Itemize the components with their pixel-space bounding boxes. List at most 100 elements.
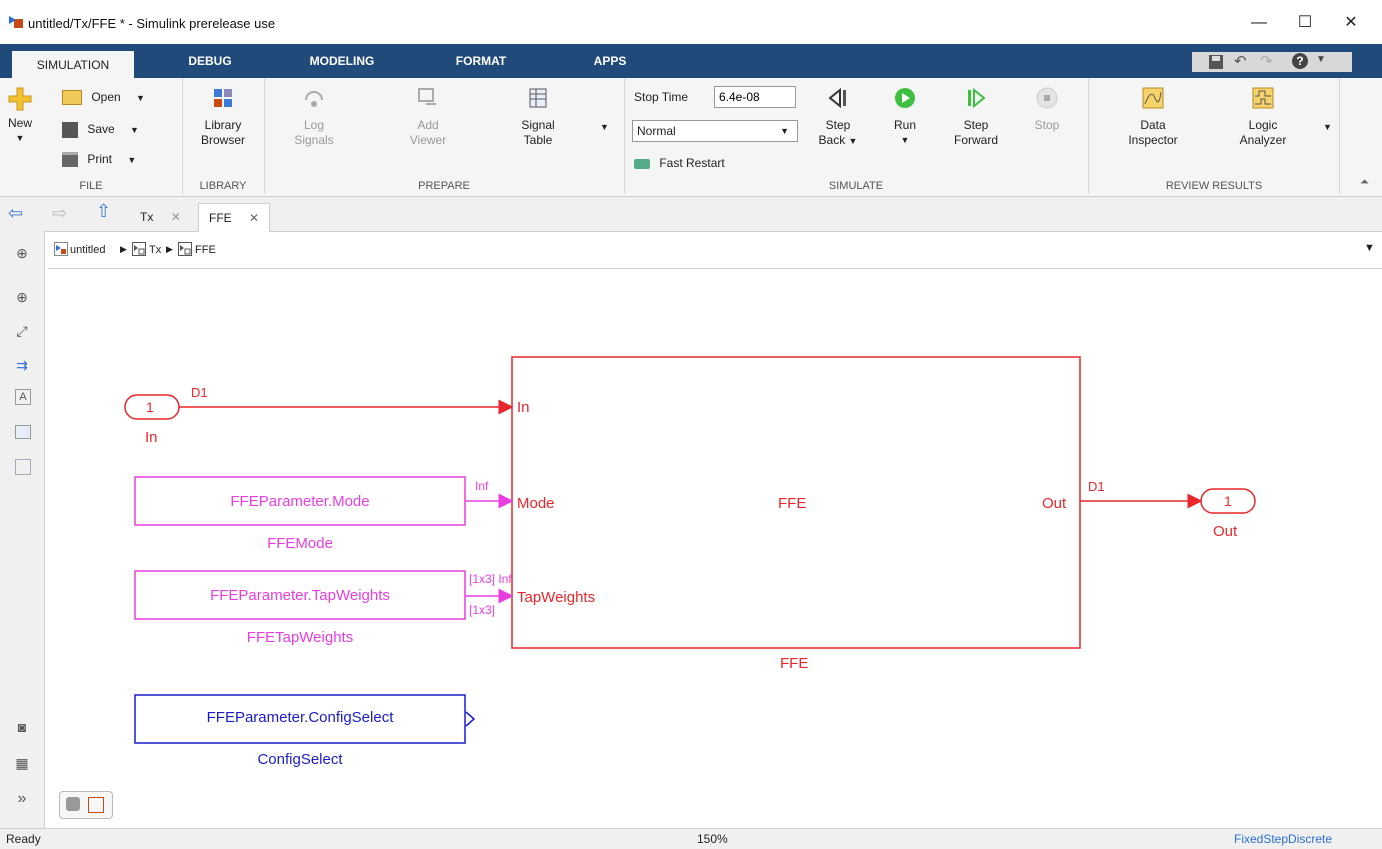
zoom-icon[interactable]: ⊕: [12, 287, 32, 307]
fast-restart-button[interactable]: Fast Restart: [634, 156, 725, 170]
group-label: LIBRARY: [199, 180, 247, 192]
la-label-1: Logic: [1248, 118, 1278, 132]
signal-table-button[interactable]: Signal Table: [508, 86, 568, 148]
close-window-button[interactable]: ✕: [1328, 8, 1374, 38]
ffe-port-tapweights: TapWeights: [517, 589, 596, 606]
log-signals-button[interactable]: Log Signals: [284, 86, 344, 148]
sim-mode-select[interactable]: Normal ▼: [632, 120, 798, 142]
window-title: untitled/Tx/FFE * - Simulink prerelease …: [28, 16, 276, 31]
tap-constant-name: FFETapWeights: [246, 629, 354, 646]
stop-time-input[interactable]: [714, 86, 796, 108]
outport-number: 1: [1224, 493, 1232, 509]
add-viewer-button[interactable]: Add Viewer: [398, 86, 458, 148]
breadcrumb-tx[interactable]: Tx: [149, 244, 161, 256]
mode-constant-name: FFEMode: [267, 535, 333, 552]
new-button[interactable]: New ▼: [2, 86, 38, 146]
editor-tab-bar: ⇦ ⇨ ⇧ Tx ✕ FFE ✕: [0, 197, 1382, 232]
zoom-level[interactable]: 150%: [697, 832, 728, 846]
save-icon[interactable]: [1208, 54, 1224, 70]
logic-analyzer-button[interactable]: Logic Analyzer: [1223, 86, 1303, 148]
open-label: Open: [91, 90, 121, 104]
tab-tx[interactable]: Tx ✕: [130, 203, 191, 231]
area-icon[interactable]: [15, 459, 31, 475]
review-gallery-chevron-down-icon[interactable]: ▼: [1323, 122, 1332, 132]
simulate-group: Stop Time Normal ▼ Fast Restart Step Bac…: [624, 78, 1089, 194]
di-label-2: Inspector: [1128, 133, 1178, 147]
maximize-button[interactable]: ☐: [1282, 8, 1328, 38]
open-button[interactable]: Open ▼: [62, 90, 145, 106]
log-label-2: Signals: [294, 133, 334, 147]
annotation-icon[interactable]: A: [15, 389, 31, 405]
undo-icon[interactable]: ↶: [1234, 52, 1247, 70]
library-browser-icon: [214, 89, 232, 107]
minimize-button[interactable]: —: [1236, 8, 1282, 38]
title-bar: untitled/Tx/FFE * - Simulink prerelease …: [0, 0, 1382, 44]
tab-ffe[interactable]: FFE ✕: [198, 203, 271, 232]
property-inspector-icon[interactable]: ▦: [12, 753, 32, 773]
stop-button[interactable]: Stop: [1024, 86, 1070, 133]
run-button[interactable]: Run ▼: [882, 86, 928, 148]
tab-simulation[interactable]: SIMULATION: [12, 50, 134, 79]
breadcrumb-ffe[interactable]: FFE: [195, 244, 216, 256]
step-forward-button[interactable]: Step Forward: [946, 86, 1006, 148]
prepare-group: Log Signals Add Viewer Signal Table ▼ PR…: [264, 78, 625, 194]
inport-name: In: [145, 429, 158, 446]
save-button[interactable]: Save ▼: [62, 122, 139, 138]
review-results-group: Data Inspector Logic Analyzer ▼ REVIEW R…: [1088, 78, 1340, 194]
signal-arrow-icon[interactable]: ⇉: [12, 355, 32, 375]
database-icon: [66, 797, 80, 811]
sim-mode-value: Normal: [637, 124, 676, 138]
redo-icon[interactable]: ↷: [1260, 52, 1273, 70]
breadcrumb-untitled[interactable]: untitled: [70, 244, 105, 256]
config-output-port: [465, 711, 476, 727]
chevron-down-icon[interactable]: ▼: [1364, 242, 1375, 254]
chevron-down-icon: ▼: [780, 126, 789, 136]
model-canvas[interactable]: 1 In D1 In Mode TapWeights Out FFE FFE F…: [45, 269, 1382, 828]
di-label-1: Data: [1140, 118, 1166, 132]
hide-explorer-icon[interactable]: ⊕: [12, 243, 32, 263]
data-inspector-button[interactable]: Data Inspector: [1113, 86, 1193, 148]
ffe-port-out: Out: [1042, 495, 1067, 512]
logic-analyzer-icon: [1252, 87, 1274, 109]
prepare-gallery-chevron-down-icon[interactable]: ▼: [600, 122, 609, 132]
signal-icon: [88, 797, 104, 813]
chevron-down-icon[interactable]: ▼: [1316, 54, 1326, 65]
ffe-port-in: In: [517, 399, 530, 416]
tab-apps[interactable]: APPS: [575, 44, 645, 78]
back-arrow-icon[interactable]: ⇦: [8, 203, 23, 224]
data-inspector-icon: [1142, 87, 1164, 109]
stop-time-label: Stop Time: [634, 90, 689, 104]
tab-format[interactable]: FORMAT: [436, 44, 526, 78]
image-icon[interactable]: [15, 425, 31, 439]
add-viewer-icon: [418, 88, 436, 105]
close-icon[interactable]: ✕: [171, 210, 181, 224]
collapse-ribbon-icon[interactable]: ⏶: [1360, 176, 1369, 189]
config-name: ConfigSelect: [257, 751, 343, 768]
camera-icon[interactable]: ◙: [12, 717, 32, 737]
expand-icon[interactable]: »: [12, 789, 32, 809]
library-browser-button[interactable]: Library Browser: [192, 86, 254, 148]
up-arrow-icon[interactable]: ⇧: [96, 201, 111, 222]
group-label: REVIEW RESULTS: [1165, 180, 1263, 192]
close-icon[interactable]: ✕: [249, 211, 259, 225]
print-label: Print: [87, 152, 113, 166]
forward-arrow-icon[interactable]: ⇨: [52, 203, 67, 224]
tab-debug[interactable]: DEBUG: [170, 44, 250, 78]
solver-link[interactable]: FixedStepDiscrete: [1234, 832, 1332, 846]
fit-view-icon[interactable]: ⤢: [12, 321, 32, 341]
print-button[interactable]: Print ▼: [62, 152, 136, 168]
signal-table-icon: [529, 88, 547, 108]
run-icon: [895, 88, 915, 108]
step-back-button[interactable]: Step Back ▼: [810, 86, 866, 149]
signal-label-inf: Inf: [475, 479, 489, 493]
help-icon[interactable]: ?: [1292, 53, 1308, 69]
mode-constant-value: FFEParameter.Mode: [230, 493, 370, 510]
tab-modeling[interactable]: MODELING: [292, 44, 392, 78]
tab-tx-label: Tx: [140, 210, 154, 224]
model-data-editor-toggle[interactable]: [59, 791, 113, 819]
signal-label-d1-out: D1: [1088, 479, 1105, 494]
subsystem-icon: [132, 242, 146, 256]
ffe-block-name: FFE: [780, 655, 809, 672]
chevron-right-icon: ▶: [166, 244, 173, 254]
status-text: Ready: [6, 832, 41, 846]
